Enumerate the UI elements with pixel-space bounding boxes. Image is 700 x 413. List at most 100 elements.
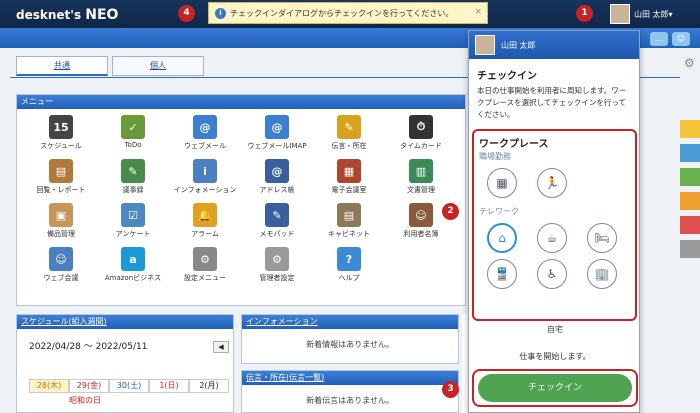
info-icon: i — [193, 159, 217, 183]
checkin-button-highlight: チェックイン — [472, 369, 638, 407]
menu-item[interactable]: ▥ 文書管理 — [385, 159, 457, 195]
sidebar-block[interactable] — [680, 168, 700, 186]
address-book-icon: @ — [265, 159, 289, 183]
checkin-dialog: 山田 太郎 チェックイン 本日の仕事開始を利用者に周知します。ワークプレースを選… — [468, 30, 640, 413]
building-icon[interactable]: ▦ — [487, 168, 517, 198]
user-menu[interactable]: 山田 太郎▾ — [610, 3, 673, 25]
workplace-title: ワークプレース — [479, 139, 549, 150]
amazon-icon: a — [121, 247, 145, 271]
memo-empty: 新着伝言はありません。 — [306, 396, 394, 405]
menu-item[interactable]: ✓ ToDo — [97, 115, 169, 151]
menu-item-label: キャビネット — [328, 230, 370, 238]
menu-item[interactable]: ✎ 議事録 — [97, 159, 169, 195]
web-conference-icon: ☺ — [49, 247, 73, 271]
report-icon: ▤ — [49, 159, 73, 183]
sidebar-block[interactable] — [680, 240, 700, 258]
menu-grid: 15 スケジュール ✓ ToDo @ ウェブメール @ ウェブメールIMAP ✎ 伝言・所在 ⏱ タイ… — [25, 115, 529, 283]
survey-icon: ☑ — [121, 203, 145, 227]
step-badge-2: 2 — [442, 203, 459, 220]
menu-item[interactable]: @ ウェブメール — [169, 115, 241, 151]
menu-item-label: Amazonビジネス — [104, 274, 162, 282]
tab-personal[interactable]: 個人 — [112, 56, 204, 76]
office-label: 職場勤務 — [479, 152, 511, 161]
wheelchair-icon[interactable]: ♿ — [537, 259, 567, 289]
workplace-section: ワークプレース 職場勤務 ▦ 🏃 テレワーク ⌂ ☕ 🛏 🚆 ♿ 🏢 — [472, 129, 637, 321]
menu-item[interactable]: @ ウェブメールIMAP — [241, 115, 313, 151]
menu-item[interactable]: ▣ 備品管理 — [25, 203, 97, 239]
logo-neo: NEO — [85, 7, 119, 23]
chat-icon[interactable]: … — [650, 32, 668, 46]
menu-item-label: ウェブメールIMAP — [247, 142, 307, 150]
prev-week-button[interactable]: ◀ — [213, 341, 229, 353]
memo-panel: 伝言・所在(伝言一覧) 新着伝言はありません。 — [241, 370, 459, 413]
logo-text: desknet's — [16, 8, 82, 22]
menu-item[interactable]: ✎ メモパッド — [241, 203, 313, 239]
menu-item[interactable]: ? ヘルプ — [313, 247, 385, 283]
sidebar-block[interactable] — [680, 144, 700, 162]
menu-item-label: タイムカード — [400, 142, 442, 150]
mail-imap-icon: @ — [265, 115, 289, 139]
schedule-day[interactable]: 28(木) — [29, 379, 69, 393]
schedule-day[interactable]: 29(金) — [69, 379, 109, 393]
menu-item[interactable]: i インフォメーション — [169, 159, 241, 195]
schedule-title[interactable]: スケジュール(組入週間) — [17, 315, 233, 329]
menu-item-label: 備品管理 — [47, 230, 75, 238]
hotel-icon[interactable]: 🛏 — [587, 223, 617, 253]
office-options: ▦ 🏃 — [474, 168, 635, 198]
app-logo[interactable]: desknet's NEO — [16, 7, 118, 23]
close-icon[interactable]: × — [474, 7, 482, 17]
menu-item[interactable]: ☑ アンケート — [97, 203, 169, 239]
tab-common[interactable]: 共通 — [16, 56, 108, 76]
sidebar-block[interactable] — [680, 216, 700, 234]
schedule-day[interactable]: 2(月) — [189, 379, 229, 393]
menu-item-label: 議事録 — [122, 186, 144, 194]
menu-item[interactable]: 15 スケジュール — [25, 115, 97, 151]
avatar — [475, 35, 495, 55]
settings-icon: ⚙ — [193, 247, 217, 271]
menu-item-label: ToDo — [124, 141, 142, 149]
schedule-day[interactable]: 30(土) — [109, 379, 149, 393]
transit-icon[interactable]: 🚆 — [487, 259, 517, 289]
menu-item[interactable]: ⚙ 設定メニュー — [169, 247, 241, 283]
start-message: 仕事を開始します。 — [519, 352, 591, 361]
menu-item-label: スケジュール — [40, 142, 82, 150]
step-badge-1: 1 — [576, 5, 593, 22]
satellite-office-icon[interactable]: 🏢 — [587, 259, 617, 289]
running-icon[interactable]: 🏃 — [537, 168, 567, 198]
schedule-day[interactable]: 1(日) — [149, 379, 189, 393]
menu-item-label: 電子会議室 — [331, 186, 367, 194]
portal-tabs: 共通 個人 — [16, 56, 204, 76]
menu-item[interactable]: ▤ 回覧・レポート — [25, 159, 97, 195]
menu-item[interactable]: @ アドレス帳 — [241, 159, 313, 195]
menu-item[interactable]: a Amazonビジネス — [97, 247, 169, 283]
gear-icon[interactable]: ⚙ — [684, 56, 695, 70]
admin-settings-icon: ⚙ — [265, 247, 289, 271]
menu-item[interactable]: ▤ キャビネット — [313, 203, 385, 239]
document-icon: ▥ — [409, 159, 433, 183]
menu-item-label: インフォメーション — [173, 186, 237, 194]
menu-item-label: メモパッド — [259, 230, 295, 238]
information-title[interactable]: インフォメーション — [242, 315, 458, 329]
menu-item[interactable]: ☺ ウェブ会議 — [25, 247, 97, 283]
sidebar-block[interactable] — [680, 192, 700, 210]
home-icon[interactable]: ⌂ — [487, 223, 517, 253]
sidebar-block[interactable] — [680, 120, 700, 138]
cafe-icon[interactable]: ☕ — [537, 223, 567, 253]
checkin-button[interactable]: チェックイン — [478, 374, 632, 402]
alarm-icon: 🔔 — [193, 203, 217, 227]
menu-item-label: 伝言・所在 — [331, 142, 367, 150]
menu-item[interactable]: ▦ 電子会議室 — [313, 159, 385, 195]
person-icon[interactable]: ☺ — [672, 32, 690, 46]
memo-icon: ✎ — [337, 115, 361, 139]
right-sidebar — [680, 120, 700, 264]
menu-item-label: 文書管理 — [407, 186, 435, 194]
menu-panel: メニュー 15 スケジュール ✓ ToDo @ ウェブメール @ ウェブメールIMAP ✎ 伝言・… — [16, 94, 466, 306]
memo-title[interactable]: 伝言・所在(伝言一覧) — [242, 371, 458, 385]
menu-item[interactable]: ⏱ タイムカード — [385, 115, 457, 151]
information-empty: 新着情報はありません。 — [306, 340, 394, 349]
information-panel: インフォメーション 新着情報はありません。 — [241, 314, 459, 364]
menu-item[interactable]: ✎ 伝言・所在 — [313, 115, 385, 151]
schedule-entry[interactable]: 昭和の日 — [69, 395, 101, 406]
menu-item[interactable]: ⚙ 管理者設定 — [241, 247, 313, 283]
menu-item[interactable]: 🔔 アラーム — [169, 203, 241, 239]
